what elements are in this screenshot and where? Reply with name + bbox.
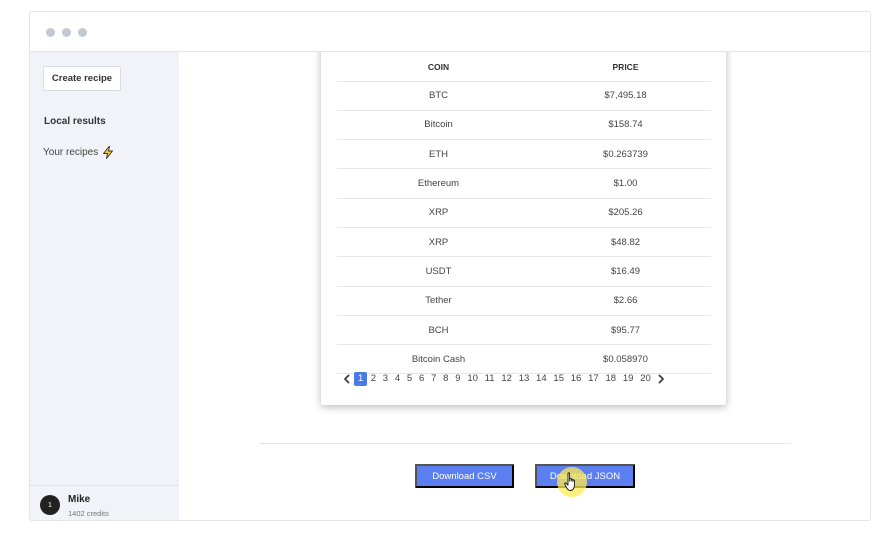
create-recipe-button[interactable]: Create recipe (43, 66, 121, 91)
window-titlebar (30, 12, 870, 52)
table-row[interactable]: BCH $95.77 (337, 315, 711, 346)
table-row[interactable]: XRP $205.26 (337, 198, 711, 228)
coin-cell: Ethereum (337, 168, 541, 199)
price-cell: $0.263739 (540, 139, 711, 170)
coin-cell: Bitcoin Cash (337, 344, 541, 375)
app-window: Create recipe Local results Your recipes… (29, 11, 871, 521)
coin-cell: Tether (337, 286, 541, 316)
price-cell: $7,495.18 (540, 81, 711, 111)
price-cell: $48.82 (540, 227, 711, 258)
page-6-button[interactable]: 6 (416, 372, 428, 386)
avatar[interactable]: 1 (40, 495, 60, 515)
page-11-button[interactable]: 11 (481, 372, 498, 386)
page-4-button[interactable]: 4 (391, 372, 403, 386)
page-14-button[interactable]: 14 (533, 372, 550, 386)
page-17-button[interactable]: 17 (585, 372, 602, 386)
coin-cell: XRP (337, 198, 541, 228)
table-row[interactable]: Bitcoin $158.74 (337, 110, 711, 141)
page-15-button[interactable]: 15 (550, 372, 567, 386)
main-content: COIN PRICE BTC $7,495.18 Bitcoin $158.74 ETH… (179, 32, 870, 520)
coin-cell: ETH (337, 139, 541, 170)
table-row[interactable]: Tether $2.66 (337, 286, 711, 316)
download-csv-button[interactable]: Download CSV (415, 464, 514, 488)
coin-cell: Bitcoin (337, 110, 541, 141)
price-cell: $1.00 (540, 168, 711, 199)
page-5-button[interactable]: 5 (404, 372, 416, 386)
user-name: Mike (68, 494, 91, 505)
table-row[interactable]: USDT $16.49 (337, 256, 711, 287)
table-row[interactable]: Bitcoin Cash $0.058970 (337, 344, 711, 375)
page-13-button[interactable]: 13 (515, 372, 532, 386)
sidebar: Create recipe Local results Your recipes… (30, 52, 179, 520)
chevron-right-icon[interactable] (654, 372, 668, 386)
table-row[interactable]: ETH $0.263739 (337, 139, 711, 170)
hand-pointer-icon (564, 472, 575, 491)
pagination: 1 2 3 4 5 6 7 8 9 10 11 12 13 14 15 16 17 18 19 20 (340, 372, 668, 386)
your-recipes-label: Your recipes (43, 147, 99, 158)
coin-cell: BCH (337, 315, 541, 346)
page-16-button[interactable]: 16 (567, 372, 584, 386)
coin-cell: XRP (337, 227, 541, 258)
window-dot-close[interactable] (46, 28, 55, 37)
page-20-button[interactable]: 20 (637, 372, 654, 386)
page-19-button[interactable]: 19 (619, 372, 636, 386)
page-10-button[interactable]: 10 (464, 372, 481, 386)
section-divider (259, 443, 791, 444)
price-cell: $205.26 (540, 198, 711, 228)
page-18-button[interactable]: 18 (602, 372, 619, 386)
lightning-bolt-icon (103, 146, 114, 159)
price-cell: $2.66 (540, 286, 711, 316)
results-table: COIN PRICE BTC $7,495.18 Bitcoin $158.74 ETH… (337, 32, 711, 375)
coin-cell: BTC (337, 81, 541, 111)
your-recipes-link[interactable]: Your recipes (43, 146, 114, 159)
page-7-button[interactable]: 7 (428, 372, 440, 386)
price-cell: $158.74 (540, 110, 711, 141)
user-divider (30, 485, 179, 486)
page-2-button[interactable]: 2 (367, 372, 379, 386)
page-3-button[interactable]: 3 (379, 372, 391, 386)
price-cell: $95.77 (540, 315, 711, 346)
table-row[interactable]: Ethereum $1.00 (337, 168, 711, 199)
page-8-button[interactable]: 8 (440, 372, 452, 386)
page-12-button[interactable]: 12 (498, 372, 515, 386)
window-dot-minimize[interactable] (62, 28, 71, 37)
results-table-card: COIN PRICE BTC $7,495.18 Bitcoin $158.74 ETH… (321, 32, 726, 405)
table-row[interactable]: BTC $7,495.18 (337, 81, 711, 111)
table-row[interactable]: XRP $48.82 (337, 227, 711, 258)
page-9-button[interactable]: 9 (452, 372, 464, 386)
user-credits: 1402 credits (68, 509, 109, 518)
coin-cell: USDT (337, 256, 541, 287)
price-cell: $0.058970 (540, 344, 711, 375)
window-dot-maximize[interactable] (78, 28, 87, 37)
price-cell: $16.49 (540, 256, 711, 287)
chevron-left-icon[interactable] (340, 372, 354, 386)
local-results-link[interactable]: Local results (44, 116, 106, 127)
page-1-button[interactable]: 1 (354, 372, 368, 386)
